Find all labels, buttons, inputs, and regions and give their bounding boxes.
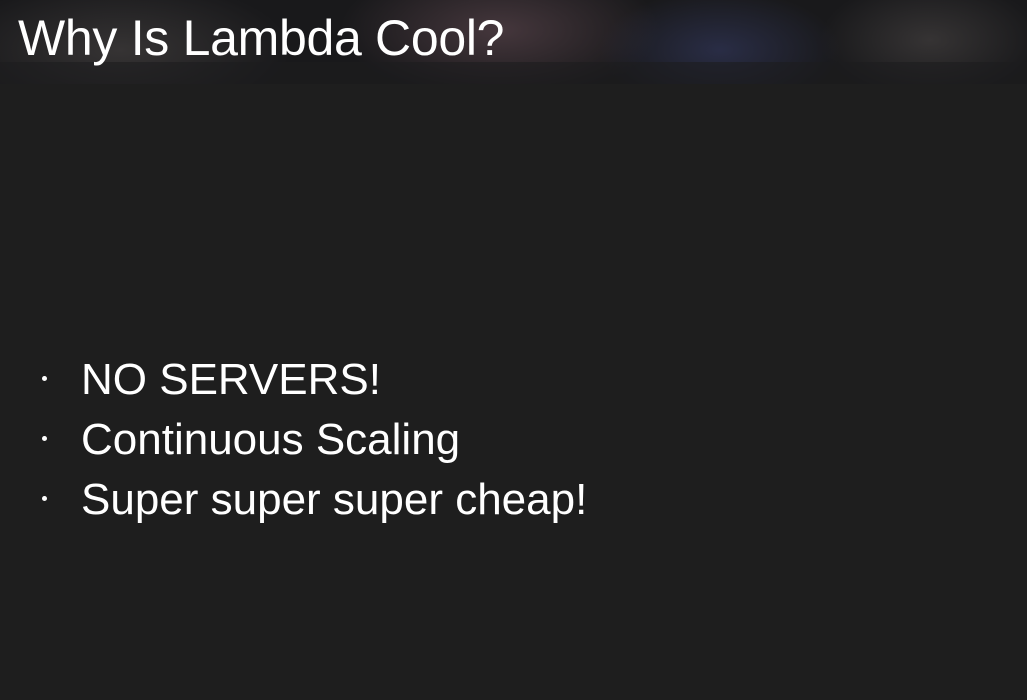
title-bar: Why Is Lambda Cool? xyxy=(0,0,1027,84)
bullet-text: Super super super cheap! xyxy=(81,475,588,524)
bullet-item: NO SERVERS! xyxy=(30,350,587,410)
bullet-item: Super super super cheap! xyxy=(30,470,587,530)
bullet-dot-icon xyxy=(42,495,47,501)
bullet-text: NO SERVERS! xyxy=(81,355,381,404)
bullet-item: Continuous Scaling xyxy=(30,410,587,470)
bullet-text: Continuous Scaling xyxy=(81,415,461,464)
bullet-dot-icon xyxy=(42,375,47,381)
slide-title: Why Is Lambda Cool? xyxy=(18,10,505,66)
presentation-slide: Why Is Lambda Cool? NO SERVERS! Continuo… xyxy=(0,0,1027,700)
bullet-list: NO SERVERS! Continuous Scaling Super sup… xyxy=(30,350,587,530)
bullet-dot-icon xyxy=(42,435,47,441)
